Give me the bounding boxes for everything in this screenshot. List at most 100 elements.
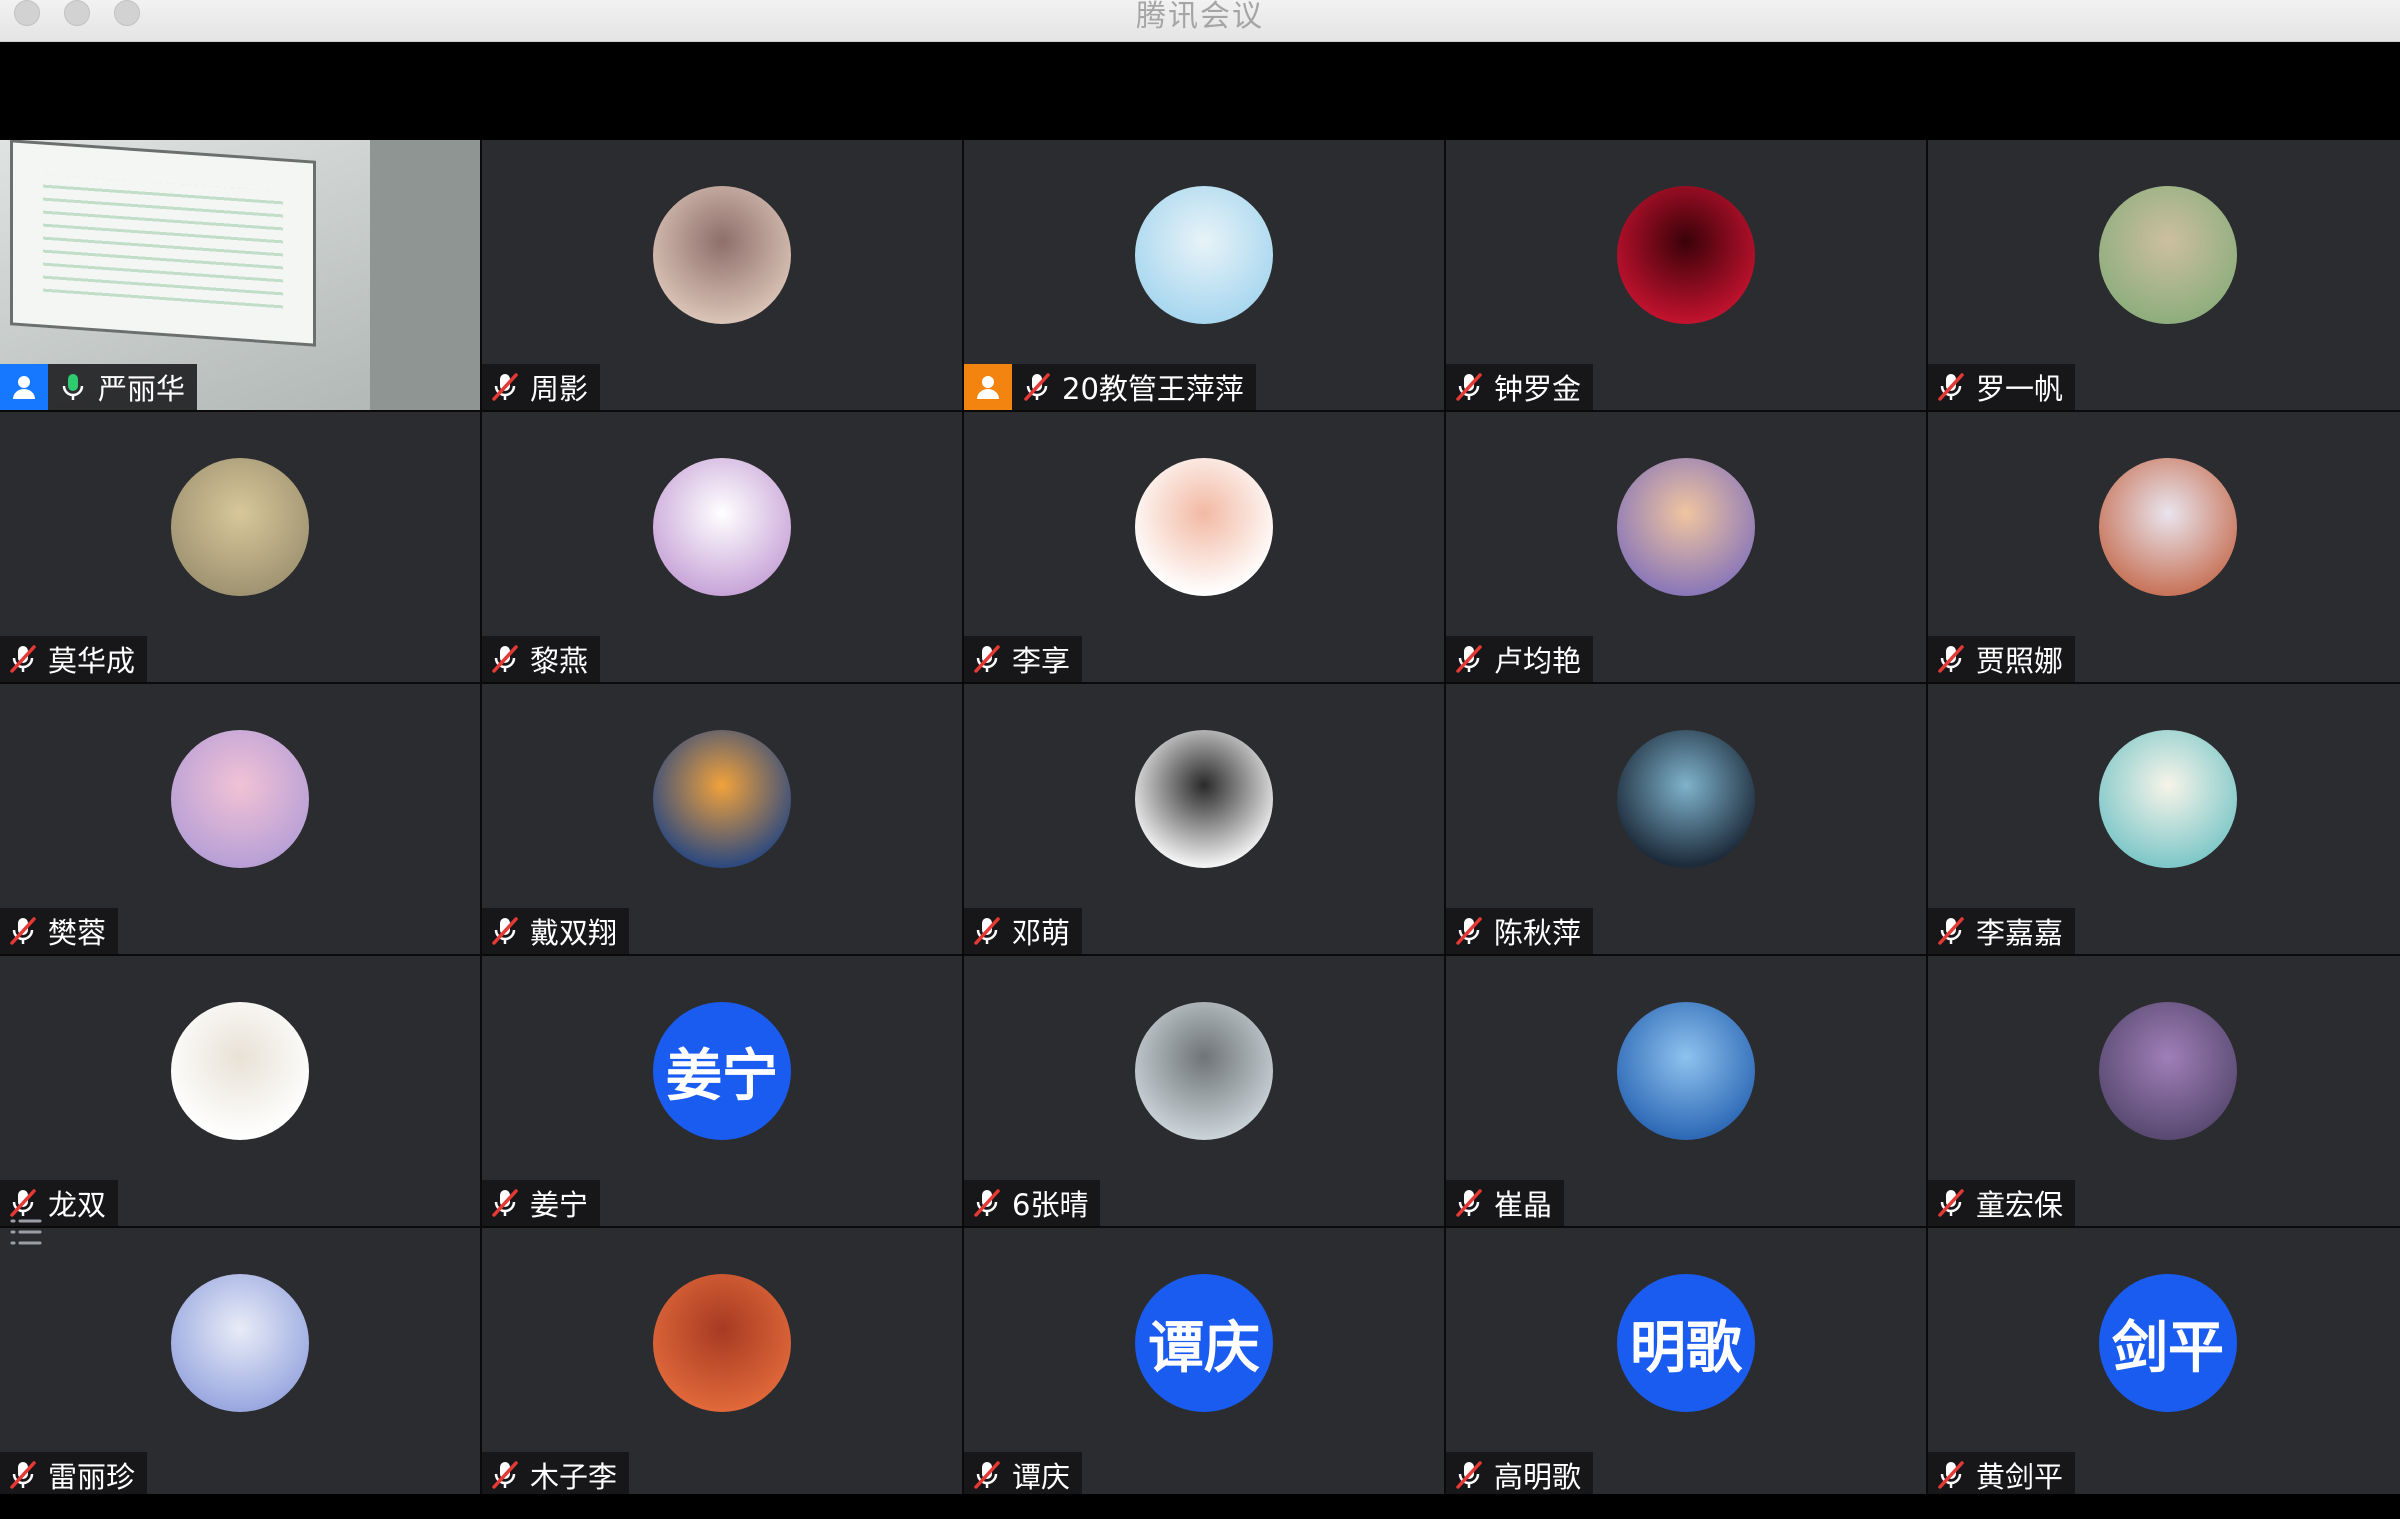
participant-tile[interactable]: 谭庆 谭庆 bbox=[964, 1228, 1444, 1498]
participant-name: 龙双 bbox=[48, 1188, 107, 1222]
nameplate: 木子李 bbox=[482, 1452, 630, 1498]
mic-muted-icon bbox=[1938, 1189, 1964, 1217]
member-list-icon[interactable] bbox=[6, 1212, 46, 1252]
mic-muted-icon bbox=[492, 917, 518, 945]
participant-tile[interactable]: 邓萌 bbox=[964, 684, 1444, 954]
participant-tile[interactable]: 崔晶 bbox=[1446, 956, 1926, 1226]
participant-name: 莫华成 bbox=[48, 644, 136, 678]
avatar bbox=[653, 458, 791, 596]
participant-name: 高明歌 bbox=[1494, 1460, 1582, 1494]
participant-name: 谭庆 bbox=[1012, 1460, 1071, 1494]
mic-muted-icon bbox=[10, 1461, 36, 1489]
mic-muted-icon bbox=[1456, 645, 1482, 673]
mic-muted-icon bbox=[492, 645, 518, 673]
nameplate: 高明歌 bbox=[1446, 1452, 1594, 1498]
participant-tile[interactable]: 童宏保 bbox=[1928, 956, 2400, 1226]
participant-tile[interactable]: 钟罗金 bbox=[1446, 140, 1926, 410]
nameplate: 陈秋萍 bbox=[1446, 908, 1594, 954]
nameplate: 钟罗金 bbox=[1446, 364, 1594, 410]
avatar bbox=[1135, 1002, 1273, 1140]
participant-tile[interactable]: 李嘉嘉 bbox=[1928, 684, 2400, 954]
participant-tile[interactable]: 木子李 bbox=[482, 1228, 962, 1498]
avatar bbox=[653, 1274, 791, 1412]
nameplate: 樊蓉 bbox=[0, 908, 119, 954]
participant-tile[interactable]: 陈秋萍 bbox=[1446, 684, 1926, 954]
nameplate: 莫华成 bbox=[0, 636, 148, 682]
participant-name: 周影 bbox=[530, 372, 589, 406]
nameplate: 卢均艳 bbox=[1446, 636, 1594, 682]
participant-tile[interactable]: 明歌高明歌 bbox=[1446, 1228, 1926, 1498]
nameplate: 邓萌 bbox=[964, 908, 1083, 954]
nameplate: 罗一帆 bbox=[1928, 364, 2076, 410]
participant-tile[interactable]: 罗一帆 bbox=[1928, 140, 2400, 410]
participant-name: 罗一帆 bbox=[1976, 372, 2064, 406]
window-title: 腾讯会议 bbox=[1136, 0, 1264, 34]
mic-muted-icon bbox=[492, 1461, 518, 1489]
nameplate: 贾照娜 bbox=[1928, 636, 2076, 682]
participant-name: 陈秋萍 bbox=[1494, 916, 1582, 950]
participant-name: 黎燕 bbox=[530, 644, 589, 678]
participant-name: 贾照娜 bbox=[1976, 644, 2064, 678]
mic-muted-icon bbox=[974, 1189, 1000, 1217]
mic-muted-icon bbox=[1938, 373, 1964, 401]
avatar bbox=[171, 1002, 309, 1140]
mic-muted-icon bbox=[1938, 645, 1964, 673]
nameplate: 谭庆 bbox=[964, 1452, 1083, 1498]
participant-name: 雷丽珍 bbox=[48, 1460, 136, 1494]
participant-name: 童宏保 bbox=[1976, 1188, 2064, 1222]
title-bar: 腾讯会议 bbox=[0, 0, 2400, 42]
avatar bbox=[1617, 1002, 1755, 1140]
projector-screen bbox=[10, 140, 316, 347]
participant-tile[interactable]: 樊蓉 bbox=[0, 684, 480, 954]
mic-muted-icon bbox=[974, 917, 1000, 945]
participant-name: 卢均艳 bbox=[1494, 644, 1582, 678]
nameplate: 黎燕 bbox=[482, 636, 601, 682]
avatar bbox=[2099, 458, 2237, 596]
participant-tile[interactable]: 龙双 bbox=[0, 956, 480, 1226]
mic-muted-icon bbox=[492, 373, 518, 401]
participant-tile[interactable]: 严丽华 bbox=[0, 140, 480, 410]
participant-tile[interactable]: 6张晴 bbox=[964, 956, 1444, 1226]
mic-muted-icon bbox=[10, 917, 36, 945]
avatar bbox=[2099, 730, 2237, 868]
participant-name: 严丽华 bbox=[98, 372, 186, 406]
participant-tile[interactable]: 黎燕 bbox=[482, 412, 962, 682]
participant-name: 李享 bbox=[1012, 644, 1071, 678]
avatar: 谭庆 bbox=[1135, 1274, 1273, 1412]
participant-tile[interactable]: 卢均艳 bbox=[1446, 412, 1926, 682]
mic-muted-icon bbox=[1456, 373, 1482, 401]
top-bar bbox=[0, 42, 2400, 140]
nameplate: 戴双翔 bbox=[482, 908, 630, 954]
nameplate: 崔晶 bbox=[1446, 1180, 1565, 1226]
participant-tile[interactable]: 戴双翔 bbox=[482, 684, 962, 954]
nameplate: 李享 bbox=[964, 636, 1083, 682]
nameplate: 20教管王萍萍 bbox=[964, 364, 1256, 410]
nameplate: 童宏保 bbox=[1928, 1180, 2076, 1226]
participant-tile[interactable]: 周影 bbox=[482, 140, 962, 410]
participant-tile[interactable]: 李享 bbox=[964, 412, 1444, 682]
mic-muted-icon bbox=[974, 645, 1000, 673]
participant-tile[interactable]: 莫华成 bbox=[0, 412, 480, 682]
participant-name: 樊蓉 bbox=[48, 916, 107, 950]
avatar bbox=[1135, 458, 1273, 596]
participant-tile[interactable]: 20教管王萍萍 bbox=[964, 140, 1444, 410]
mic-muted-icon bbox=[1456, 1189, 1482, 1217]
participant-tile[interactable]: 贾照娜 bbox=[1928, 412, 2400, 682]
avatar bbox=[1135, 186, 1273, 324]
participant-name: 6张晴 bbox=[1012, 1188, 1089, 1222]
host-icon bbox=[964, 364, 1012, 410]
nameplate: 雷丽珍 bbox=[0, 1452, 148, 1498]
mic-muted-icon bbox=[1456, 917, 1482, 945]
avatar bbox=[1135, 730, 1273, 868]
avatar bbox=[171, 730, 309, 868]
participant-name: 崔晶 bbox=[1494, 1188, 1553, 1222]
participant-tile[interactable]: 姜宁 姜宁 bbox=[482, 956, 962, 1226]
mic-muted-icon bbox=[492, 1189, 518, 1217]
participant-tile[interactable]: 剑平 黄剑平 bbox=[1928, 1228, 2400, 1498]
nameplate: 6张晴 bbox=[964, 1180, 1101, 1226]
participant-name: 李嘉嘉 bbox=[1976, 916, 2064, 950]
participant-tile[interactable]: 雷丽珍 bbox=[0, 1228, 480, 1498]
nameplate: 黄剑平 bbox=[1928, 1452, 2076, 1498]
avatar: 明歌 bbox=[1617, 1274, 1755, 1412]
mic-muted-icon bbox=[1456, 1461, 1482, 1489]
